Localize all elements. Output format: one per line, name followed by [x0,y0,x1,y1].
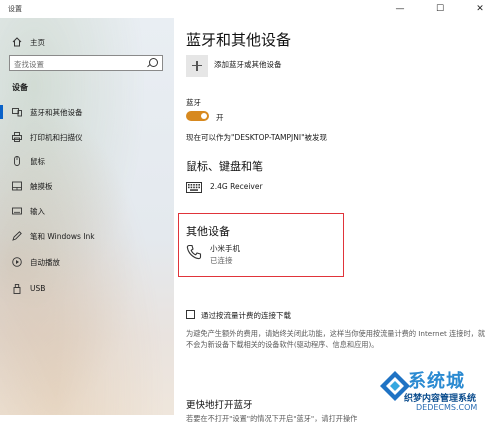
quick-bluetooth-heading: 更快地打开蓝牙 [186,400,253,411]
bluetooth-devices-icon [12,108,22,117]
metered-download-label[interactable]: 通过按流量计费的连接下载 [201,310,291,321]
keyboard-icon[interactable] [186,182,202,193]
home-icon [12,37,22,47]
close-button[interactable]: ✕ [460,0,500,18]
watermark-brand: 系统城 [408,371,465,392]
keyboard-icon [12,207,22,215]
minimize-button[interactable]: — [380,0,420,18]
add-device-button[interactable] [186,55,208,77]
watermark: 系统城 织梦内容管理系统 DEDECMS.COM [364,363,500,415]
sidebar-item-label: 输入 [30,207,45,216]
sidebar-item-typing[interactable]: 输入 [0,201,174,221]
search-placeholder: 查找设置 [14,60,44,69]
bluetooth-label: 蓝牙 [186,98,201,107]
printer-icon [12,132,22,142]
touchpad-icon [12,181,22,191]
mouse-keyboard-pen-heading: 鼠标、键盘和笔 [186,160,263,173]
sidebar-item-label: 自动播放 [30,258,60,267]
sidebar-section-devices: 设备 [12,83,28,92]
autoplay-icon [12,257,22,267]
sidebar-item-label: 笔和 Windows Ink [30,232,95,241]
metered-download-checkbox[interactable] [186,310,195,319]
sidebar-item-label: 打印机和扫描仪 [30,133,83,142]
receiver-device-name[interactable]: 2.4G Receiver [210,182,263,191]
sidebar-item-printers[interactable]: 打印机和扫描仪 [0,127,174,147]
maximize-button[interactable]: ☐ [420,0,460,18]
search-icon [149,58,158,67]
watermark-line2: DEDECMS.COM [416,403,478,412]
pen-icon [12,231,22,241]
title-bar: 设置 — ☐ ✕ [0,0,500,18]
bluetooth-toggle[interactable] [186,111,209,121]
metered-download-description: 为避免产生额外的费用，请始终关闭此功能，这样当你使用按流量计费的 Interne… [186,329,486,349]
sidebar-item-touchpad[interactable]: 触摸板 [0,176,174,196]
sidebar-item-label: 鼠标 [30,157,45,166]
usb-icon [13,284,21,294]
discoverable-text: 现在可以作为"DESKTOP-TAMPJNI"被发现 [186,133,328,142]
mouse-icon [14,156,20,166]
sidebar-item-label: 蓝牙和其他设备 [30,108,83,117]
sidebar-item-label: USB [30,284,46,293]
window-title: 设置 [8,5,22,13]
home-label: 主页 [30,38,45,47]
sidebar-item-label: 触摸板 [30,182,53,191]
sidebar-item-pen[interactable]: 笔和 Windows Ink [0,226,174,246]
page-title: 蓝牙和其他设备 [186,31,292,49]
add-device-label[interactable]: 添加蓝牙或其他设备 [214,59,282,70]
sidebar-item-mouse[interactable]: 鼠标 [0,151,174,171]
sidebar-item-bluetooth[interactable]: 蓝牙和其他设备 [0,102,174,122]
sidebar-item-usb[interactable]: USB [0,279,174,299]
other-devices-highlight-box [178,213,344,277]
search-input[interactable]: 查找设置 [9,55,163,71]
quick-bluetooth-description: 若要在不打开"设置"的情况下开启"蓝牙"，请打开操作 [186,414,358,423]
sidebar: 主页 查找设置 设备 蓝牙和其他设备 打印机和扫描仪 鼠标 触摸板 输入 笔和 … [0,18,174,415]
bluetooth-state: 开 [216,113,224,122]
sidebar-item-autoplay[interactable]: 自动播放 [0,252,174,272]
